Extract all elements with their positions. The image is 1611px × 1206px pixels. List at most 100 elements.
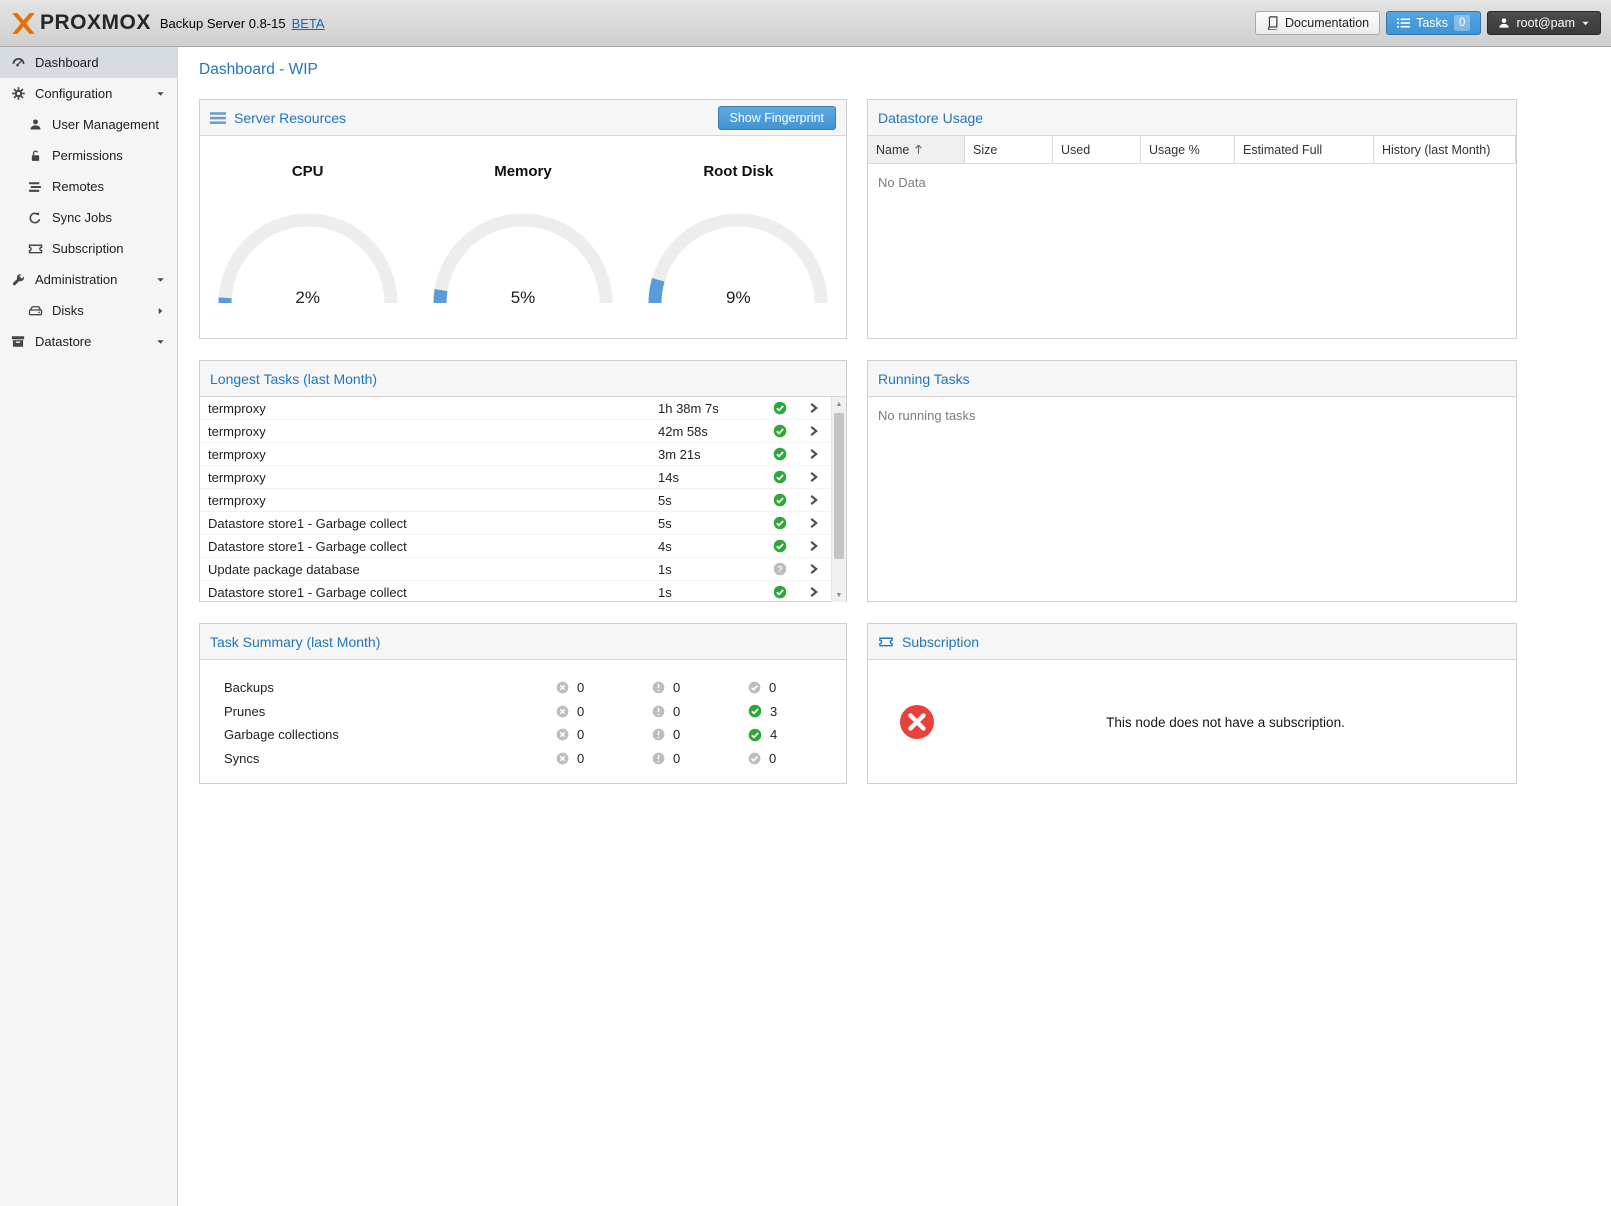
sidebar-item-remotes[interactable]: Remotes bbox=[0, 171, 177, 202]
sidebar-item-label: Subscription bbox=[52, 241, 124, 256]
task-open-button[interactable] bbox=[796, 402, 831, 414]
svg-text:?: ? bbox=[777, 564, 782, 574]
sidebar-item-label: Configuration bbox=[35, 86, 112, 101]
task-duration: 1s bbox=[658, 562, 763, 577]
summary-label: Garbage collections bbox=[224, 727, 556, 742]
product-name: PROXMOX bbox=[40, 11, 151, 35]
ok-count-cell: 0 bbox=[748, 680, 844, 695]
gear-icon bbox=[10, 86, 26, 101]
panel-title: Datastore Usage bbox=[878, 110, 983, 126]
task-status bbox=[763, 470, 796, 484]
check-circle-green-icon bbox=[773, 470, 787, 484]
sidebar-item-administration[interactable]: Administration bbox=[0, 264, 177, 295]
gauges: CPU2%Memory5%Root Disk9% bbox=[200, 136, 846, 306]
exclamation-circle-gray-icon bbox=[652, 728, 665, 741]
sidebar-item-label: Sync Jobs bbox=[52, 210, 112, 225]
task-open-button[interactable] bbox=[796, 586, 831, 598]
sidebar-item-label: Disks bbox=[52, 303, 84, 318]
longest-tasks-header: Longest Tasks (last Month) bbox=[200, 361, 846, 397]
user-label: root@pam bbox=[1516, 16, 1575, 30]
task-row: Datastore store1 - Garbage collect4s bbox=[200, 535, 831, 558]
task-summary-panel: Task Summary (last Month) Backups000Prun… bbox=[199, 623, 847, 784]
task-open-button[interactable] bbox=[796, 540, 831, 552]
gauge-value: 2% bbox=[213, 288, 403, 308]
task-status bbox=[763, 539, 796, 553]
error-count: 0 bbox=[577, 680, 584, 695]
task-row: termproxy5s bbox=[200, 489, 831, 512]
hdd-icon bbox=[27, 304, 43, 317]
sidebar-item-datastore[interactable]: Datastore bbox=[0, 326, 177, 357]
panel-title: Longest Tasks (last Month) bbox=[210, 371, 377, 387]
ok-count: 3 bbox=[770, 704, 777, 719]
datastore-table-header: NameSizeUsedUsage %Estimated FullHistory… bbox=[868, 136, 1516, 164]
summary-row-syncs: Syncs000 bbox=[200, 747, 846, 771]
show-fingerprint-button[interactable]: Show Fingerprint bbox=[718, 106, 837, 130]
column-header-name[interactable]: Name bbox=[868, 136, 965, 163]
sidebar-item-disks[interactable]: Disks bbox=[0, 295, 177, 326]
scroll-up-arrow-icon[interactable]: ▲ bbox=[832, 397, 846, 411]
task-open-button[interactable] bbox=[796, 471, 831, 483]
error-count-cell: 0 bbox=[556, 680, 652, 695]
documentation-button[interactable]: Documentation bbox=[1255, 11, 1380, 35]
check-circle-green-icon bbox=[773, 493, 787, 507]
summary-row-prunes: Prunes003 bbox=[200, 700, 846, 724]
sidebar-item-dashboard[interactable]: Dashboard bbox=[0, 47, 177, 78]
caret-down-icon bbox=[152, 337, 168, 346]
sidebar-item-permissions[interactable]: Permissions bbox=[0, 140, 177, 171]
version-text: Backup Server 0.8-15 bbox=[160, 16, 286, 31]
summary-label: Syncs bbox=[224, 751, 556, 766]
summary-row-backups: Backups000 bbox=[200, 676, 846, 700]
wrench-icon bbox=[10, 273, 26, 287]
beta-link[interactable]: BETA bbox=[292, 16, 325, 31]
subscription-panel: Subscription This node does not have a s… bbox=[867, 623, 1517, 784]
task-open-button[interactable] bbox=[796, 494, 831, 506]
sidebar-item-user-management[interactable]: User Management bbox=[0, 109, 177, 140]
sidebar-item-subscription[interactable]: Subscription bbox=[0, 233, 177, 264]
task-name: Datastore store1 - Garbage collect bbox=[200, 585, 658, 600]
running-tasks-panel: Running Tasks No running tasks bbox=[867, 360, 1517, 602]
error-count-cell: 0 bbox=[556, 727, 652, 742]
tasks-button[interactable]: Tasks 0 bbox=[1386, 11, 1481, 35]
gauge-arc: 2% bbox=[213, 206, 403, 306]
task-open-button[interactable] bbox=[796, 448, 831, 460]
running-tasks-header: Running Tasks bbox=[868, 361, 1516, 397]
error-count: 0 bbox=[577, 727, 584, 742]
vertical-scrollbar[interactable]: ▲ ▼ bbox=[831, 397, 846, 602]
task-open-button[interactable] bbox=[796, 563, 831, 575]
ok-count: 0 bbox=[769, 680, 776, 695]
check-circle-green-icon bbox=[773, 447, 787, 461]
server-resources-icon bbox=[210, 111, 226, 125]
task-summary-body: Backups000Prunes003Garbage collections00… bbox=[200, 660, 846, 770]
column-header-history-last-month[interactable]: History (last Month) bbox=[1374, 136, 1516, 163]
column-header-size[interactable]: Size bbox=[965, 136, 1053, 163]
task-row: termproxy1h 38m 7s bbox=[200, 397, 831, 420]
task-name: termproxy bbox=[200, 424, 658, 439]
caret-down-icon bbox=[152, 89, 168, 98]
user-menu-button[interactable]: root@pam bbox=[1487, 11, 1601, 35]
task-open-button[interactable] bbox=[796, 425, 831, 437]
times-circle-gray-icon bbox=[556, 752, 569, 765]
column-header-estimated-full[interactable]: Estimated Full bbox=[1235, 136, 1374, 163]
warning-count-cell: 0 bbox=[652, 680, 748, 695]
no-subscription-icon bbox=[899, 704, 935, 740]
tachometer-icon bbox=[10, 55, 26, 70]
stream-icon bbox=[27, 180, 43, 194]
scrollbar-thumb[interactable] bbox=[834, 413, 844, 559]
no-running-tasks-text: No running tasks bbox=[868, 397, 1516, 434]
times-circle-gray-icon bbox=[556, 728, 569, 741]
panel-title: Subscription bbox=[902, 634, 979, 650]
scroll-down-arrow-icon[interactable]: ▼ bbox=[832, 588, 846, 602]
proxmox-logo-icon bbox=[10, 10, 37, 37]
check-circle-gray-icon bbox=[748, 681, 761, 694]
sidebar-item-sync-jobs[interactable]: Sync Jobs bbox=[0, 202, 177, 233]
task-open-button[interactable] bbox=[796, 517, 831, 529]
ok-count-cell: 0 bbox=[748, 751, 844, 766]
book-icon bbox=[1266, 16, 1279, 30]
column-header-usage[interactable]: Usage % bbox=[1141, 136, 1235, 163]
sidebar-item-label: Permissions bbox=[52, 148, 123, 163]
task-row: Update package database1s? bbox=[200, 558, 831, 581]
sidebar-item-label: Datastore bbox=[35, 334, 91, 349]
sidebar-item-configuration[interactable]: Configuration bbox=[0, 78, 177, 109]
column-header-used[interactable]: Used bbox=[1053, 136, 1141, 163]
gauge-title: CPU bbox=[200, 163, 415, 180]
